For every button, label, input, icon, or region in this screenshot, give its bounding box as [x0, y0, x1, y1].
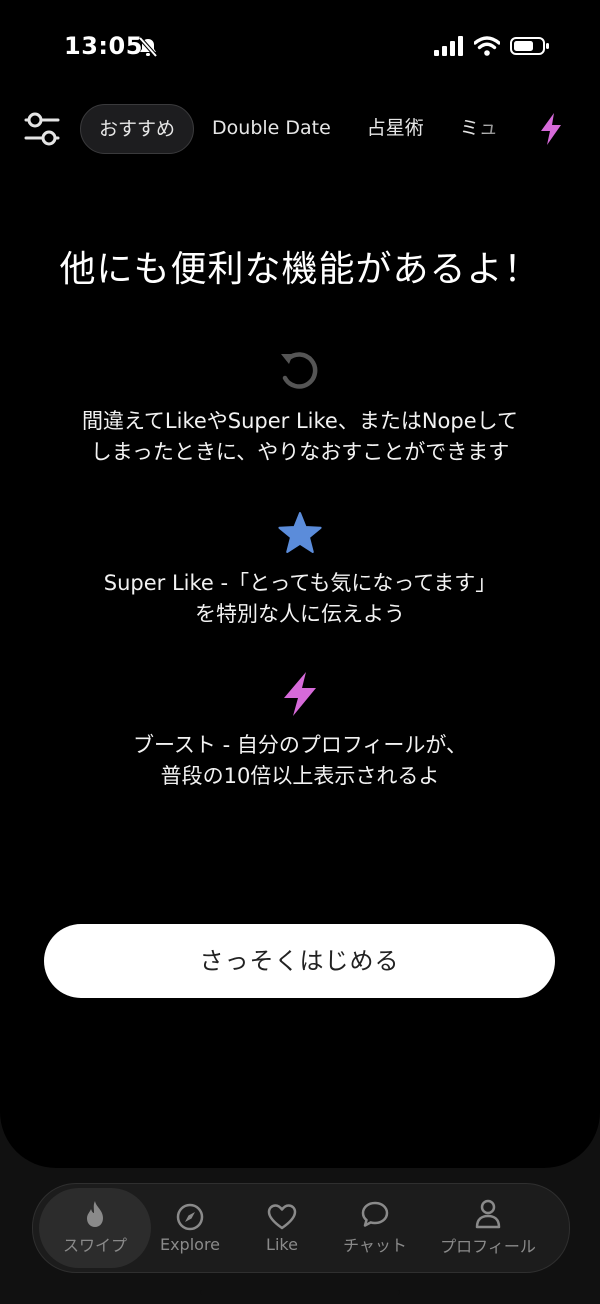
- chat-icon: [361, 1201, 389, 1227]
- feature-rewind-text: 間違えてLikeやSuper Like、またはNopeして しまったときに、やり…: [30, 406, 570, 468]
- nav-explore[interactable]: Explore: [145, 1184, 235, 1272]
- page-title: 他にも便利な機能があるよ！: [59, 249, 541, 290]
- bottom-nav: スワイプ Explore Like チャット プロフィール: [32, 1183, 570, 1273]
- nav-chat[interactable]: チャット: [327, 1184, 423, 1272]
- flame-icon: [87, 1201, 103, 1227]
- battery-icon: [510, 37, 549, 55]
- feature-rewind-line1: 間違えてLikeやSuper Like、またはNopeして: [81, 409, 519, 433]
- tab-double-date[interactable]: Double Date: [194, 104, 349, 152]
- feature-superlike-line2: を特別な人に伝えよう: [195, 602, 405, 626]
- tab-astrology[interactable]: 占星術: [349, 104, 442, 152]
- feature-rewind-line2: しまったときに、やりなおすことができます: [90, 440, 510, 464]
- status-indicators: [434, 36, 550, 56]
- feature-boost-line1: ブースト - 自分のプロフィールが、: [132, 733, 468, 757]
- heart-icon: [267, 1203, 297, 1229]
- nav-chat-label: チャット: [343, 1236, 407, 1255]
- feature-superlike-line1: Super Like -「とっても気になってます」: [103, 571, 497, 595]
- nav-swipe-label: スワイプ: [62, 1236, 127, 1255]
- tabs-fade: [470, 100, 530, 156]
- filter-icon[interactable]: [22, 110, 62, 150]
- boost-bolt-icon[interactable]: [538, 112, 564, 146]
- bell-muted-icon: [138, 36, 158, 58]
- nav-profile-label: プロフィール: [440, 1237, 536, 1256]
- feature-boost-text: ブースト - 自分のプロフィールが、 普段の10倍以上表示されるよ: [30, 730, 570, 792]
- feature-boost-line2: 普段の10倍以上表示されるよ: [160, 764, 440, 788]
- category-tabs: おすすめDouble Date占星術ミュ: [80, 104, 526, 154]
- person-icon: [475, 1199, 501, 1229]
- app-screen: 13:05 おすすめDouble Date占星術ミュ: [0, 0, 600, 1168]
- status-time: 13:05: [64, 32, 143, 60]
- nav-like-label: Like: [266, 1234, 298, 1254]
- wifi-icon: [474, 36, 500, 56]
- compass-icon: [176, 1203, 204, 1230]
- nav-swipe[interactable]: スワイプ: [39, 1188, 151, 1268]
- tab-recommended[interactable]: おすすめ: [80, 104, 195, 154]
- feature-superlike-text: Super Like -「とっても気になってます」 を特別な人に伝えよう: [30, 568, 570, 630]
- nav-profile[interactable]: プロフィール: [433, 1184, 543, 1272]
- signal-icon: [434, 36, 463, 56]
- bolt-icon: [284, 672, 316, 716]
- star-icon: [278, 512, 322, 553]
- nav-like[interactable]: Like: [239, 1184, 325, 1272]
- rewind-icon: [281, 352, 318, 389]
- nav-explore-label: Explore: [159, 1234, 221, 1254]
- home-indicator: [200, 1290, 400, 1295]
- start-button[interactable]: さっそくはじめる: [44, 924, 555, 998]
